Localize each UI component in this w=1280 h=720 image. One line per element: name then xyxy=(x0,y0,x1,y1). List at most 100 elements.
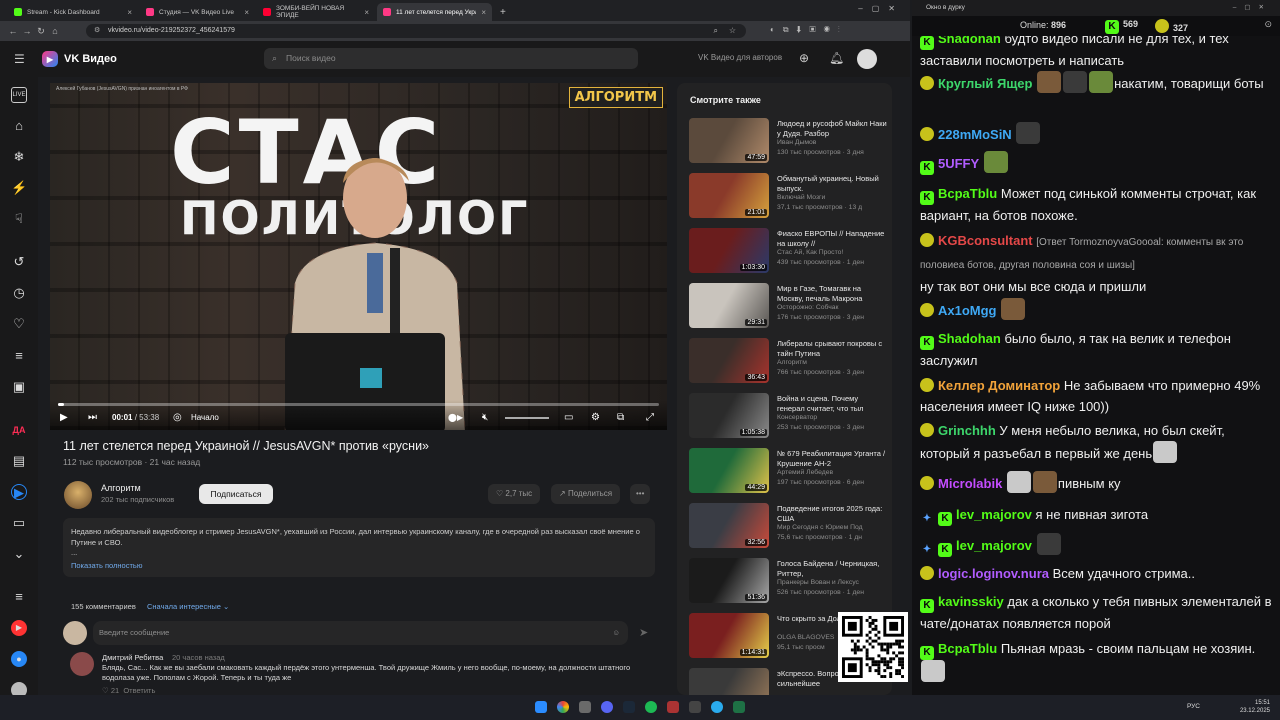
recommendation-item[interactable]: 1:05:38 Война и сцена. Почему генерал счи… xyxy=(689,393,889,448)
chat-username[interactable]: lev_majorov xyxy=(956,538,1032,553)
window-controls[interactable]: –▢✕ xyxy=(858,4,904,13)
user-avatar[interactable] xyxy=(857,49,877,69)
recommendation-thumbnail[interactable]: 32:56 xyxy=(689,503,769,548)
back-icon[interactable]: ← xyxy=(6,26,20,36)
volume-slider[interactable] xyxy=(505,417,549,419)
recommendation-channel[interactable]: Включай Мозги xyxy=(777,194,887,201)
upload-icon[interactable]: ⊕ xyxy=(799,51,809,65)
telegram-icon[interactable] xyxy=(711,701,723,713)
recommendation-title[interactable]: Мир в Газе, Томагавк на Москву, печаль М… xyxy=(777,284,887,303)
subscribe-button[interactable]: Подписаться xyxy=(199,484,273,504)
profile-icon[interactable]: ● xyxy=(11,651,27,667)
start-icon[interactable] xyxy=(535,701,547,713)
channel-shortcut-icon[interactable]: ДА xyxy=(11,422,27,438)
comment-avatar[interactable] xyxy=(70,652,94,676)
close-tab-icon[interactable]: × xyxy=(481,8,486,17)
trends-icon[interactable]: ❄ xyxy=(11,149,27,165)
menu-icon[interactable]: ☰ xyxy=(14,52,25,66)
chat-username[interactable]: BcpaTblu xyxy=(938,186,997,201)
channel-name[interactable]: Алгоритм xyxy=(101,483,141,493)
tv-icon[interactable]: ▭ xyxy=(11,515,27,531)
reply-button[interactable]: Ответить xyxy=(123,686,155,695)
recommendation-channel[interactable]: Мир Сегодня с Юрием Под xyxy=(777,524,887,531)
chat-username[interactable]: lev_majorov xyxy=(956,507,1032,522)
next-icon[interactable]: ⏭ xyxy=(88,412,97,423)
studio-icon[interactable]: ▶ xyxy=(11,484,27,500)
chat-username[interactable]: kavinsskiy xyxy=(938,594,1004,609)
recommendation-title[interactable]: Фиаско ЕВРОПЫ // Нападение на школу // xyxy=(777,229,887,248)
obs-icon[interactable] xyxy=(667,701,679,713)
app-icon[interactable] xyxy=(579,701,591,713)
recommendation-thumbnail[interactable]: 47:59 xyxy=(689,118,769,163)
recommendation-thumbnail[interactable]: 44:29 xyxy=(689,448,769,493)
chat-username[interactable]: Ax1oMgg xyxy=(938,303,997,318)
chat-username[interactable]: Shadohan xyxy=(938,331,1001,346)
recommendation-item[interactable]: 47:59 Людоед и русофоб Майкл Наки у Дудя.… xyxy=(689,118,889,173)
comment-sort[interactable]: Сначала интересные ⌄ xyxy=(147,602,229,611)
recommendation-item[interactable]: 1:03:30 Фиаско ЕВРОПЫ // Нападение на шко… xyxy=(689,228,889,283)
chat-settings-icon[interactable]: ⊙ xyxy=(1264,19,1272,30)
comment-input[interactable]: Введите сообщение ☺ xyxy=(93,621,628,645)
red-channel-icon[interactable]: ▶ xyxy=(11,620,27,636)
recommendation-thumbnail[interactable]: 36:43 xyxy=(689,338,769,383)
home-icon[interactable]: ⌂ xyxy=(48,26,62,36)
shorts-icon[interactable]: ⚡ xyxy=(11,180,27,196)
recommendation-channel[interactable]: Стас Ай, Как Просто! xyxy=(777,249,887,256)
recommendation-thumbnail[interactable]: 1:05:38 xyxy=(689,393,769,438)
chat-username[interactable]: logic.loginov.nura xyxy=(938,566,1049,581)
chat-username[interactable]: Круглый Ящер xyxy=(938,76,1032,91)
recommendation-thumbnail[interactable]: 1:03:30 xyxy=(689,228,769,273)
history-icon[interactable]: ↺ xyxy=(11,254,27,270)
recommendation-title[interactable]: Голоса Байдена / Черницкая, Риттер, xyxy=(777,559,887,578)
close-tab-icon[interactable]: × xyxy=(364,8,369,17)
recommendation-thumbnail[interactable]: 1:14:31 xyxy=(689,613,769,658)
recommendation-thumbnail[interactable]: 21:01 xyxy=(689,173,769,218)
catalog-icon[interactable]: ▤ xyxy=(11,453,27,469)
recommendation-title[interactable]: Людоед и русофоб Майкл Наки у Дудя. Разб… xyxy=(777,119,887,138)
chat-username[interactable]: Microlabik xyxy=(938,476,1002,491)
video-player[interactable]: Алексей Губанов (JesusAVGN) признан иноа… xyxy=(50,83,667,430)
recommendation-item[interactable]: 36:43 Либералы срывают покровы с тайн Пут… xyxy=(689,338,889,393)
autoplay-toggle[interactable]: ⬤▶ xyxy=(448,413,463,422)
steam-icon[interactable] xyxy=(623,701,635,713)
app2-icon[interactable] xyxy=(689,701,701,713)
recommendation-item[interactable]: 44:29 № 679 Реабилитация Урганта / Крушен… xyxy=(689,448,889,503)
recommendation-item[interactable]: 29:31 Мир в Газе, Томагавк на Москву, печ… xyxy=(689,283,889,338)
authors-link[interactable]: VK Видео для авторов xyxy=(698,53,782,62)
progress-bar[interactable] xyxy=(58,403,659,406)
more-chevron-down-icon[interactable]: ⌄ xyxy=(11,546,27,562)
recommendation-channel[interactable]: Алгоритм xyxy=(777,359,887,366)
chat-username[interactable]: 5UFFY xyxy=(938,156,979,171)
recommendation-item[interactable]: 51:36 Голоса Байдена / Черницкая, Риттер,… xyxy=(689,558,889,613)
chat-username[interactable]: KGBconsultant xyxy=(938,233,1033,248)
recommendation-channel[interactable]: Осторожно: Собчак xyxy=(777,304,887,311)
tab-vk-video-active[interactable]: 11 лет стелется перед Украин × xyxy=(377,3,492,21)
comment-author[interactable]: Дмитрий Ребитва xyxy=(102,653,163,662)
extensions-icons[interactable]: ◐⧉⬇▣◉⋮ xyxy=(770,25,848,35)
like-button[interactable]: ♡ 2,7 тыс xyxy=(488,484,541,504)
forward-icon[interactable]: → xyxy=(20,26,34,36)
recommendation-channel[interactable]: Пранкеры Вован и Лексус xyxy=(777,579,887,586)
address-input[interactable]: ⚙ vkvideo.ru/video-219252372_456241579 ☆… xyxy=(86,24,746,38)
emoji-icon[interactable]: ☺ xyxy=(612,621,620,645)
spotify-icon[interactable] xyxy=(645,701,657,713)
settings-list-icon[interactable]: ≡ xyxy=(11,589,27,605)
recommendation-thumbnail[interactable]: 51:36 xyxy=(689,558,769,603)
recommendation-item[interactable]: 21:01 Обманутый украинец. Новый выпуск. Вк… xyxy=(689,173,889,228)
language-indicator[interactable]: РУС xyxy=(1187,703,1200,711)
comment-like-icon[interactable]: ♡ xyxy=(102,686,109,695)
chapters-icon[interactable]: ◎ xyxy=(173,412,182,423)
search-input[interactable]: ⌕ Поиск видео xyxy=(264,48,638,69)
recommendation-title[interactable]: Либералы срывают покровы с тайн Путина xyxy=(777,339,887,358)
liked-icon[interactable]: ♡ xyxy=(11,316,27,332)
chrome-icon[interactable] xyxy=(557,701,569,713)
site-info-icon[interactable]: ⚙ xyxy=(94,24,100,38)
recommendation-title[interactable]: № 679 Реабилитация Урганта / Крушение АН… xyxy=(777,449,887,468)
show-more-link[interactable]: Показать полностью xyxy=(71,561,142,570)
home-nav-icon[interactable]: ⌂ xyxy=(11,118,27,134)
settings-gear-icon[interactable]: ⚙ xyxy=(591,412,600,423)
close-tab-icon[interactable]: × xyxy=(127,8,132,17)
subtitles-icon[interactable]: ▭ xyxy=(564,412,573,423)
play-icon[interactable]: ▶ xyxy=(60,412,68,423)
chat-username[interactable]: Grinchhh xyxy=(938,423,996,438)
